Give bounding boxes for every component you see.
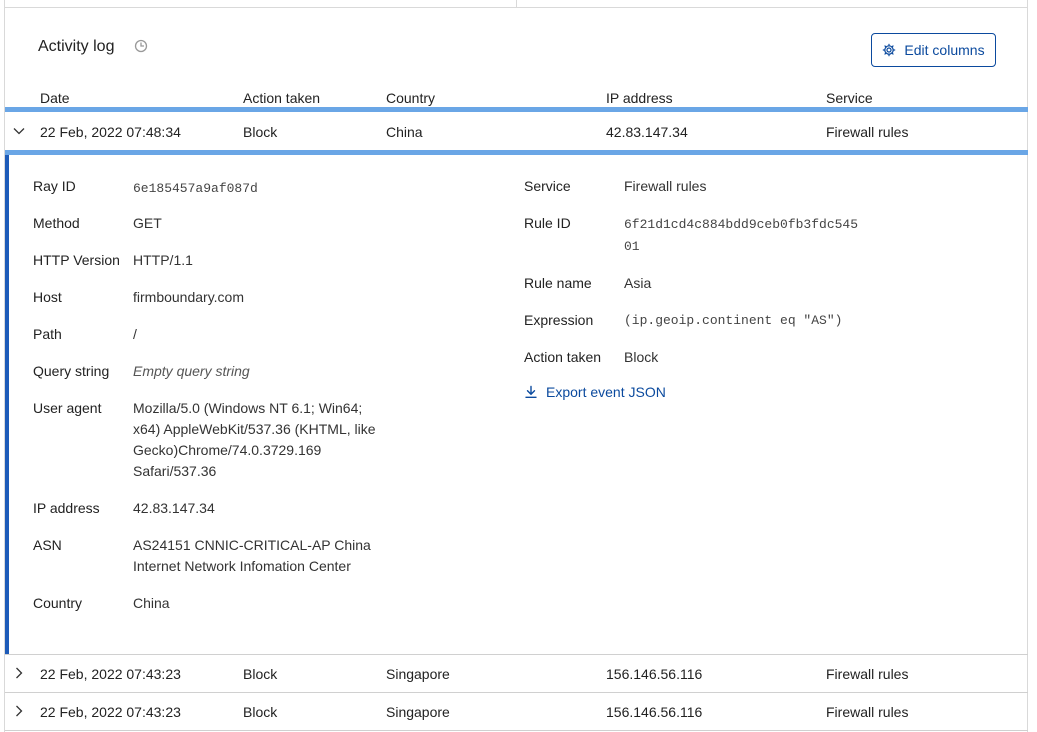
export-label: Export event JSON [546, 384, 666, 400]
column-header-service[interactable]: Service [826, 90, 873, 106]
expression-value: (ip.geoip.continent eq "AS") [624, 313, 843, 328]
asn-value: AS24151 CNNIC-CRITICAL-AP China Internet… [133, 535, 371, 577]
column-header-action[interactable]: Action taken [243, 90, 320, 106]
column-header-country[interactable]: Country [386, 90, 435, 106]
detail-label: Rule ID [524, 215, 571, 231]
row-ip: 42.83.147.34 [606, 124, 688, 140]
http-version-value: HTTP/1.1 [133, 252, 193, 268]
user-agent-value: Mozilla/5.0 (Windows NT 6.1; Win64; x64)… [133, 398, 376, 482]
activity-log-panel: Activity log Edit columns Date Action ta… [4, 7, 1028, 732]
row-ip: 156.146.56.116 [606, 666, 703, 682]
detail-label: Action taken [524, 349, 602, 365]
detail-label: Expression [524, 312, 594, 328]
panel-title: Activity log [38, 38, 115, 55]
detail-label: ASN [33, 537, 62, 553]
column-header-date[interactable]: Date [40, 90, 70, 106]
row-service: Firewall rules [826, 124, 909, 140]
row-service: Firewall rules [826, 704, 909, 720]
table-row[interactable]: 22 Feb, 2022 07:43:23 Block Singapore 15… [5, 692, 1028, 730]
row-date: 22 Feb, 2022 07:43:23 [40, 666, 181, 682]
ip-address-value: 42.83.147.34 [133, 500, 215, 516]
row-action: Block [243, 666, 278, 682]
rule-id-line: 01 [624, 239, 640, 254]
export-event-json-link[interactable]: Export event JSON [524, 384, 666, 400]
chevron-right-icon[interactable] [13, 667, 25, 679]
row-ip: 156.146.56.116 [606, 704, 703, 720]
table-row[interactable]: 22 Feb, 2022 07:43:23 Block Singapore 15… [5, 654, 1028, 692]
row-service: Firewall rules [826, 666, 909, 682]
rule-id-value: 6f21d1cd4c884bdd9ceb0fb3fdc545 01 [624, 214, 858, 258]
table-bottom-border [5, 730, 1028, 731]
country-value: China [133, 595, 170, 611]
detail-label: Path [33, 326, 62, 342]
action-taken-value: Block [624, 349, 659, 365]
asn-line: Internet Network Infomation Center [133, 558, 351, 574]
detail-label: User agent [33, 400, 102, 416]
row-country: Singapore [386, 704, 450, 720]
detail-label: HTTP Version [33, 252, 120, 268]
row-date: 22 Feb, 2022 07:43:23 [40, 704, 181, 720]
method-value: GET [133, 215, 162, 231]
detail-label: Service [524, 178, 571, 194]
selected-row-top-line [5, 107, 1028, 112]
row-action: Block [243, 704, 278, 720]
rule-id-line: 6f21d1cd4c884bdd9ceb0fb3fdc545 [624, 217, 859, 232]
detail-label: Host [33, 289, 62, 305]
expanded-indicator-bar [5, 155, 9, 654]
user-agent-line: Safari/537.36 [133, 463, 217, 479]
detail-label: Country [33, 595, 83, 611]
table-row[interactable]: 22 Feb, 2022 07:48:34 Block China 42.83.… [5, 113, 1028, 151]
clock-icon[interactable] [134, 39, 148, 53]
gear-icon [883, 43, 896, 57]
edit-columns-label: Edit columns [904, 42, 985, 58]
path-value: / [133, 326, 137, 342]
user-agent-line: x64) AppleWebKit/537.36 (KHTML, like [133, 421, 376, 437]
query-string-value: Empty query string [133, 363, 250, 379]
download-icon [525, 385, 537, 398]
host-value: firmboundary.com [133, 289, 245, 305]
row-date: 22 Feb, 2022 07:48:34 [40, 124, 181, 140]
detail-label: Query string [33, 363, 110, 379]
row-country: China [386, 124, 423, 140]
detail-label: IP address [33, 500, 100, 516]
edit-columns-button[interactable]: Edit columns [871, 33, 996, 67]
detail-label: Rule name [524, 275, 592, 291]
ray-id-value: 6e185457a9af087d [133, 181, 258, 196]
user-agent-line: Gecko)Chrome/74.0.3729.169 [133, 442, 322, 458]
detail-label: Method [33, 215, 80, 231]
row-action: Block [243, 124, 278, 140]
service-value: Firewall rules [624, 178, 707, 194]
asn-line: AS24151 CNNIC-CRITICAL-AP China [133, 537, 371, 553]
event-details: Ray ID 6e185457a9af087d Method GET HTTP … [5, 155, 1028, 654]
rule-name-value: Asia [624, 275, 652, 291]
detail-label: Ray ID [33, 178, 76, 194]
chevron-right-icon[interactable] [13, 705, 25, 717]
column-header-ip[interactable]: IP address [606, 90, 673, 106]
row-country: Singapore [386, 666, 450, 682]
user-agent-line: Mozilla/5.0 (Windows NT 6.1; Win64; [133, 400, 363, 416]
chevron-down-icon[interactable] [13, 125, 25, 137]
